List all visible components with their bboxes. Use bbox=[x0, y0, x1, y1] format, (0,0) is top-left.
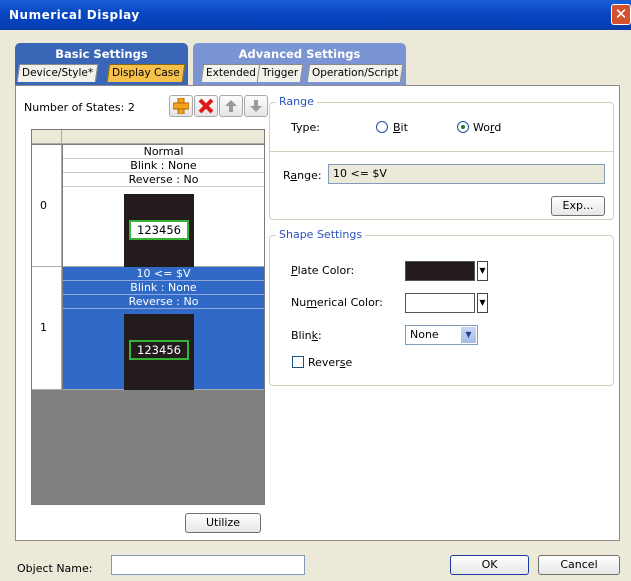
tab-device-style[interactable]: Device/Style* bbox=[16, 64, 99, 82]
numerical-color-swatch[interactable] bbox=[405, 293, 475, 313]
add-plus-icon bbox=[172, 97, 190, 115]
plate-color-dropdown[interactable]: ▼ bbox=[477, 261, 488, 281]
tab-operation-script[interactable]: Operation/Script bbox=[306, 64, 404, 82]
display-case-panel: Number of States: 2 0 Normal Blink: Non… bbox=[15, 85, 620, 541]
state-condition: 10 <= $V bbox=[63, 267, 264, 281]
utilize-button[interactable]: Utilize bbox=[185, 513, 261, 533]
state-preview: 123456 bbox=[124, 194, 194, 270]
arrow-up-icon bbox=[225, 100, 237, 112]
state-blink: Blink : None bbox=[63, 159, 264, 173]
state-reverse: Reverse : No bbox=[63, 173, 264, 187]
reverse-checkbox[interactable] bbox=[292, 356, 304, 368]
range-label: Range: bbox=[283, 169, 322, 182]
state-blink: Blink : None bbox=[63, 281, 264, 295]
type-word-radio[interactable] bbox=[457, 121, 469, 133]
move-down-button[interactable] bbox=[244, 95, 268, 117]
number-of-states-value: 2 bbox=[127, 101, 135, 114]
close-button[interactable]: ✕ bbox=[611, 4, 631, 25]
arrow-down-icon bbox=[250, 100, 262, 112]
ok-button[interactable]: OK bbox=[450, 555, 529, 575]
range-divider bbox=[270, 151, 613, 152]
range-legend: Range bbox=[276, 95, 317, 108]
add-state-button[interactable] bbox=[169, 95, 193, 117]
numerical-color-label: Numerical Color: bbox=[291, 296, 383, 309]
dialog-client: Basic Settings Device/Style* Display Cas… bbox=[3, 30, 628, 578]
numerical-color-dropdown[interactable]: ▼ bbox=[477, 293, 488, 313]
state-row-1[interactable]: 1 10 <= $V Blink : None Reverse : No 123… bbox=[32, 267, 264, 390]
tab-trigger[interactable]: Trigger bbox=[256, 64, 304, 82]
move-up-button[interactable] bbox=[219, 95, 243, 117]
state-condition: Normal bbox=[63, 145, 264, 159]
type-word-label: Word bbox=[473, 121, 502, 134]
tab-group-advanced-settings: Advanced Settings Extended Trigger Opera… bbox=[193, 43, 406, 85]
exp-button[interactable]: Exp... bbox=[551, 196, 605, 216]
tab-display-case[interactable]: Display Case bbox=[106, 64, 186, 82]
state-index: 0 bbox=[32, 145, 62, 267]
plate-color-label: Plate Color: bbox=[291, 264, 355, 277]
object-name-label: Object Name: bbox=[17, 562, 93, 575]
range-expression-field[interactable]: 10 <= $V bbox=[328, 164, 605, 184]
reverse-label: Reverse bbox=[308, 356, 353, 369]
state-details: 10 <= $V Blink : None Reverse : No 12345… bbox=[63, 267, 264, 390]
preview-value: 123456 bbox=[129, 220, 189, 240]
type-bit-radio[interactable] bbox=[376, 121, 388, 133]
blink-select-value: None bbox=[410, 328, 439, 341]
tab-extended[interactable]: Extended bbox=[200, 64, 262, 82]
delete-x-icon bbox=[198, 98, 214, 114]
type-bit-label: Bit bbox=[393, 121, 408, 134]
tab-group-label: Basic Settings bbox=[55, 47, 148, 61]
title-bar: Numerical Display ✕ bbox=[0, 0, 631, 30]
shape-settings-legend: Shape Settings bbox=[276, 228, 366, 241]
preview-value: 123456 bbox=[129, 340, 189, 360]
tab-group-basic-settings: Basic Settings Device/Style* Display Cas… bbox=[15, 43, 188, 85]
shape-settings-group: Shape Settings Plate Color: ▼ Numerical … bbox=[269, 228, 614, 386]
state-list[interactable]: 0 Normal Blink : None Reverse : No 12345… bbox=[31, 129, 265, 505]
delete-state-button[interactable] bbox=[194, 95, 218, 117]
numerical-display-dialog: Numerical Display ✕ Basic Settings Devic… bbox=[0, 0, 631, 581]
close-icon: ✕ bbox=[614, 5, 628, 23]
chevron-down-icon: ▼ bbox=[479, 298, 486, 307]
tab-group-label: Advanced Settings bbox=[238, 47, 361, 61]
state-reverse: Reverse : No bbox=[63, 295, 264, 309]
window-title: Numerical Display bbox=[9, 8, 140, 22]
state-index: 1 bbox=[32, 267, 62, 390]
state-preview: 123456 bbox=[124, 314, 194, 390]
number-of-states-label: Number of States: 2 bbox=[24, 101, 135, 114]
state-details: Normal Blink : None Reverse : No 123456 bbox=[63, 145, 264, 270]
range-group: Range Type: Bit Word Range: 10 <= $V Exp… bbox=[269, 95, 614, 220]
state-list-header bbox=[32, 130, 264, 144]
state-row-0[interactable]: 0 Normal Blink : None Reverse : No 12345… bbox=[32, 145, 264, 270]
type-label: Type: bbox=[291, 121, 320, 134]
chevron-down-icon: ▼ bbox=[461, 327, 476, 343]
object-name-input[interactable] bbox=[111, 555, 305, 575]
blink-label: Blink: bbox=[291, 329, 322, 342]
plate-color-swatch[interactable] bbox=[405, 261, 475, 281]
cancel-button[interactable]: Cancel bbox=[538, 555, 620, 575]
blink-select[interactable]: None ▼ bbox=[405, 325, 478, 345]
chevron-down-icon: ▼ bbox=[479, 266, 486, 275]
